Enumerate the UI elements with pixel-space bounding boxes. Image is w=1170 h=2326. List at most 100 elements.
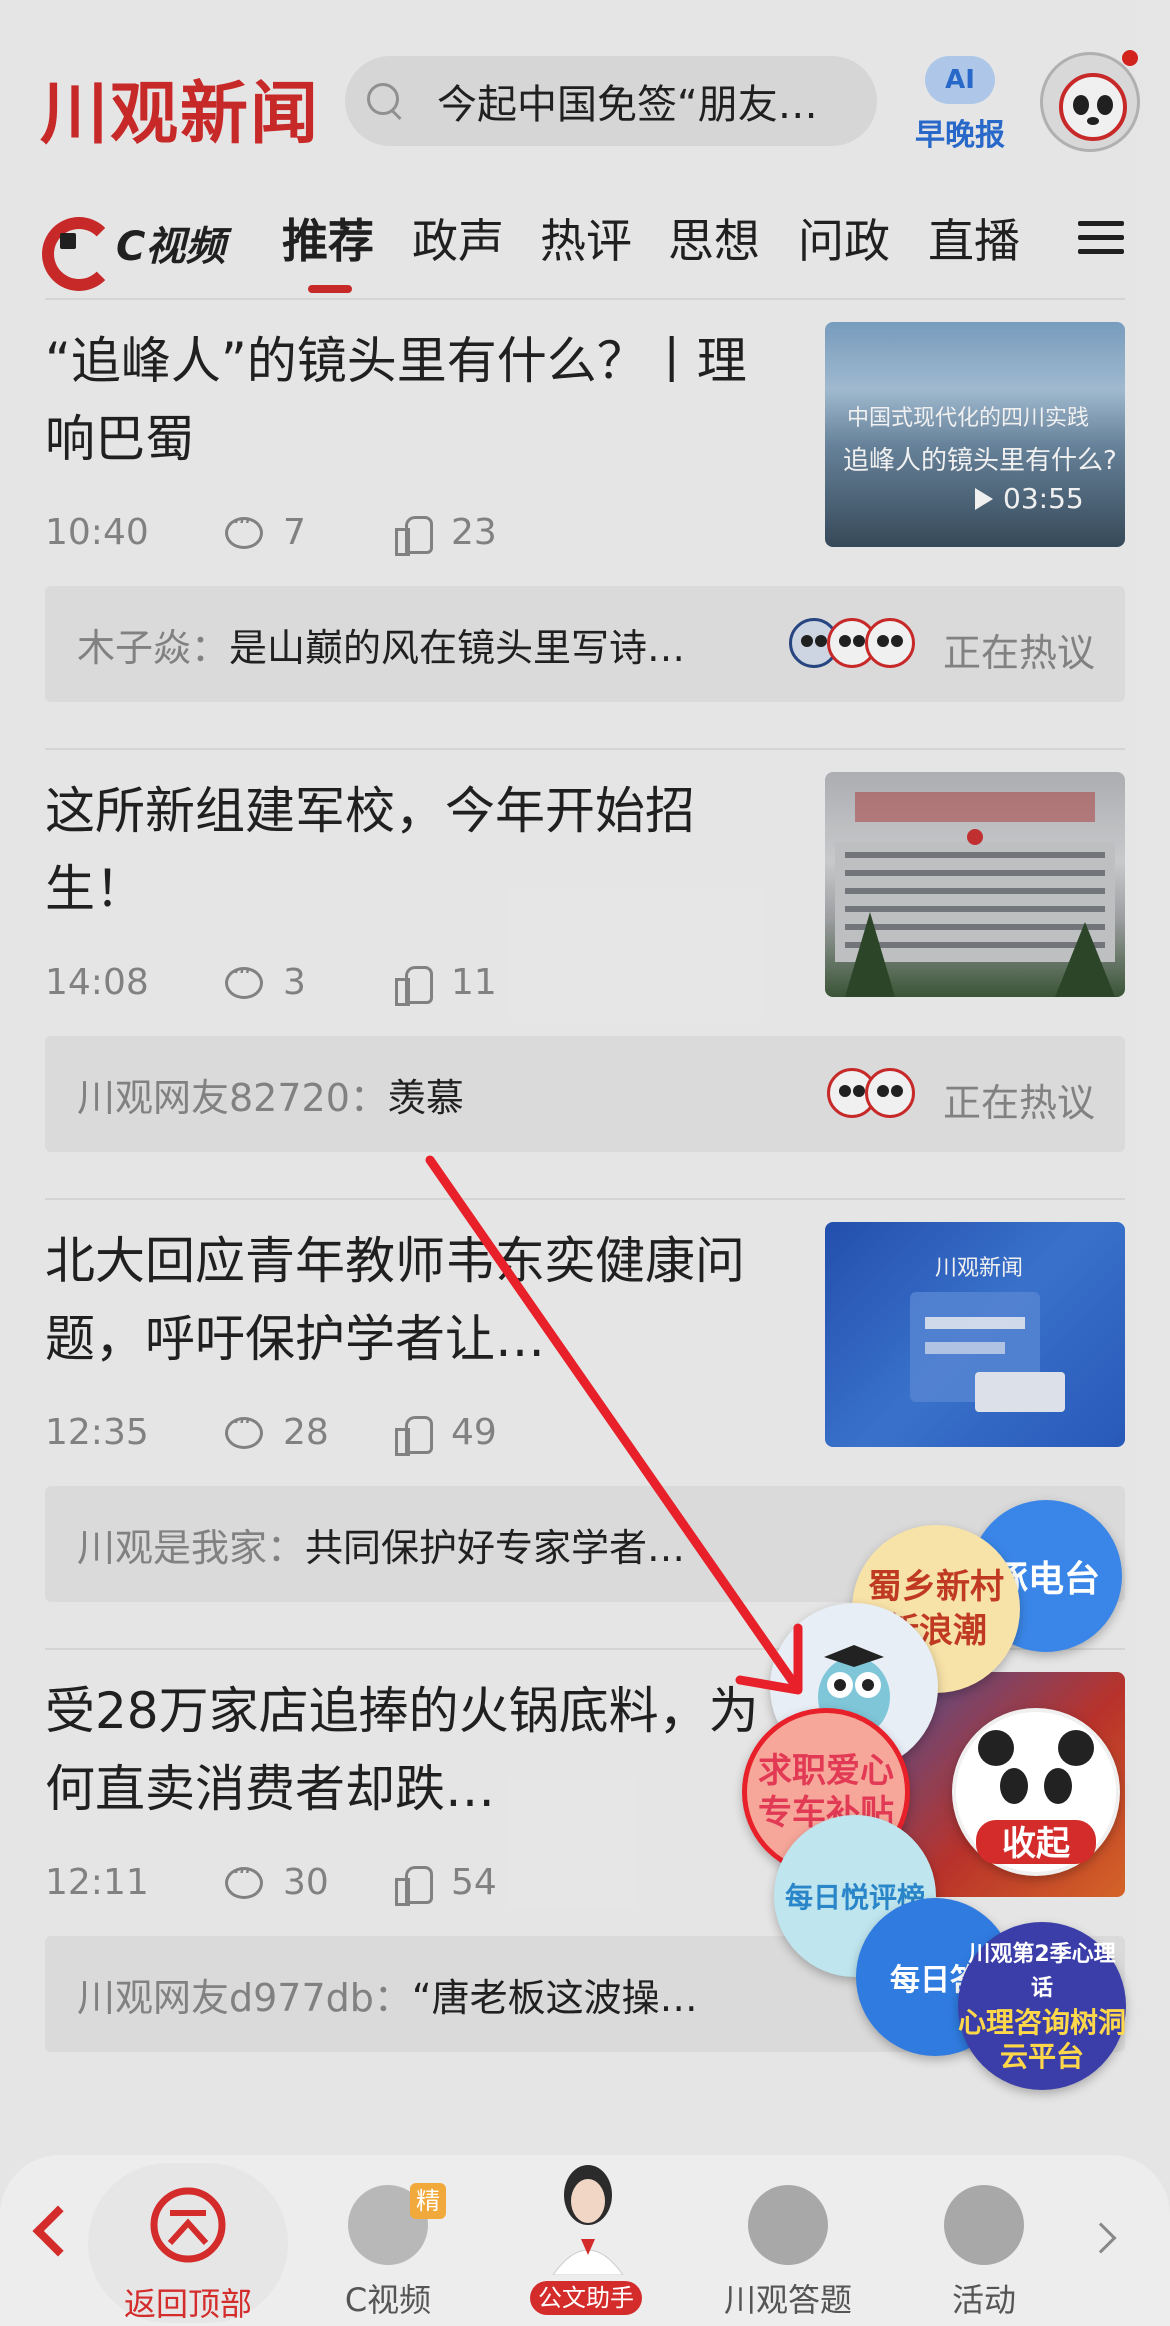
thumbs-up-icon: [395, 965, 433, 1006]
back-to-top-icon: [150, 2187, 226, 2263]
commenter-avatars: [789, 618, 915, 668]
video-duration: 03:55: [975, 482, 1084, 515]
comment-user: 川观是我家：: [77, 1525, 306, 1570]
activity-nav-label: 活动: [951, 2281, 1016, 2319]
comment-icon: [225, 1408, 263, 1449]
comment-count[interactable]: 7: [225, 508, 395, 553]
search-hot-word: 今起中国免签“朋友…: [437, 82, 818, 128]
avatar: [865, 618, 915, 668]
ai-badge: AI: [925, 56, 995, 104]
collapse-bubble[interactable]: 收起: [952, 1708, 1120, 1876]
thumbs-up-icon: [395, 515, 433, 556]
comment-count[interactable]: 3: [225, 958, 395, 1003]
divider: [45, 1198, 1125, 1200]
collapse-label: 收起: [1002, 1823, 1070, 1864]
play-icon: [975, 487, 993, 510]
search-icon: [365, 81, 405, 121]
quiz-nav-label: 川观答题: [723, 2281, 852, 2319]
comment-icon: [225, 508, 263, 549]
like-count[interactable]: 23: [395, 512, 497, 556]
back-to-top-button[interactable]: 返回顶部: [108, 2185, 268, 2325]
cvideo-logo-icon: [42, 213, 116, 291]
comment-user: 川观网友82720：: [77, 1075, 388, 1120]
gift-icon: [944, 2185, 1024, 2265]
activity-nav-button[interactable]: 活动: [904, 2185, 1064, 2321]
military-school-building-image: [835, 792, 1115, 997]
document-assistant-label: 公文助手: [530, 2281, 642, 2315]
divider: [45, 298, 1125, 300]
hot-discussion-label: 正在热议: [942, 1081, 1095, 1125]
article-time: 14:08: [45, 962, 149, 1003]
tab-cvideo-label: C视频: [116, 224, 226, 270]
search-bar[interactable]: 今起中国免签“朋友…: [345, 56, 877, 146]
assistant-avatar-icon: [552, 2165, 624, 2276]
article-meta: 12:11 30 54: [45, 1858, 497, 1906]
hot-comment[interactable]: 木子焱： 是山巅的风在镜头里写诗… 正在热议: [45, 586, 1125, 702]
notification-dot: [1122, 50, 1138, 66]
like-count[interactable]: 11: [395, 962, 497, 1006]
quiz-nav-button[interactable]: 川观答题: [708, 2185, 868, 2321]
tab-live[interactable]: 直播: [928, 205, 1020, 271]
psych-bubble[interactable]: 川观第2季心理话 心理咨询树洞云平台: [958, 1922, 1126, 2090]
chevron-left-icon[interactable]: [32, 2205, 84, 2257]
back-to-top-label: 返回顶部: [123, 2285, 252, 2323]
featured-badge: 精: [410, 2183, 446, 2219]
cvideo-nav-label: C视频: [344, 2281, 432, 2319]
comment-icon: [225, 958, 263, 999]
article-title[interactable]: 受28万家店追捧的火锅底料，为何直卖消费者却跌…: [45, 1672, 765, 1828]
app-logo: 川观新闻: [40, 74, 321, 154]
article-thumbnail[interactable]: 中国式现代化的四川实践 追峰人的镜头里有什么? 03:55: [825, 322, 1125, 547]
channel-menu-icon[interactable]: [1078, 217, 1124, 257]
like-count[interactable]: 54: [395, 1862, 497, 1906]
like-count[interactable]: 49: [395, 1412, 497, 1456]
app-screenshot-illustration: [910, 1292, 1065, 1412]
article-meta: 10:40 7 23: [45, 508, 497, 556]
channel-tabs: C视频 推荐 政声 热评 思想 问政 直播: [0, 195, 1170, 295]
book-icon: [748, 2185, 828, 2265]
comment-count[interactable]: 30: [225, 1858, 395, 1903]
psych-label: 心理咨询树洞云平台: [958, 2006, 1127, 2073]
hot-discussion-label: 正在热议: [942, 631, 1095, 675]
article-meta: 14:08 3 11: [45, 958, 497, 1006]
tab-politics[interactable]: 政声: [412, 205, 504, 271]
psych-top-label: 川观第2季心理话: [968, 1942, 1116, 2001]
ai-briefing-button[interactable]: AI 早晚报: [910, 56, 1010, 156]
tab-recommend[interactable]: 推荐: [282, 205, 374, 271]
document-assistant-button[interactable]: [508, 2155, 668, 2279]
thumbs-up-icon: [395, 1415, 433, 1456]
comment-user: 川观网友d977db：: [77, 1975, 412, 2020]
hot-comment[interactable]: 川观网友82720： 羡慕 正在热议: [45, 1036, 1125, 1152]
bottom-toolbar: 返回顶部 C视频 精 公文助手 川观答题 活动: [0, 2155, 1170, 2326]
user-avatar[interactable]: [1040, 52, 1140, 152]
top-header: 川观新闻 今起中国免签“朋友… AI 早晚报: [0, 0, 1170, 180]
article-thumbnail[interactable]: 川观新闻: [825, 1222, 1125, 1447]
commenter-avatars: [827, 1068, 915, 1118]
thumbnail-caption: 中国式现代化的四川实践: [847, 406, 1090, 431]
chevron-right-icon[interactable]: [1085, 2222, 1117, 2254]
news-feed-page: 川观新闻 今起中国免签“朋友… AI 早晚报 C视频 推荐 政声 热评 思想 问…: [0, 0, 1170, 2326]
article-thumbnail[interactable]: [825, 772, 1125, 997]
comment-text: 共同保护好专家学者…: [305, 1525, 686, 1570]
thumbs-up-icon: [395, 1865, 433, 1906]
tab-thought[interactable]: 思想: [668, 205, 760, 271]
article-title[interactable]: “追峰人”的镜头里有什么？丨理响巴蜀: [45, 322, 765, 478]
comment-text: 是山巅的风在镜头里写诗…: [229, 625, 686, 670]
active-tab-indicator: [308, 285, 352, 293]
article-meta: 12:35 28 49: [45, 1408, 497, 1456]
panda-avatar-icon: [1059, 73, 1127, 141]
article-time: 12:35: [45, 1412, 149, 1453]
tab-inquiry[interactable]: 问政: [798, 205, 890, 271]
comment-user: 木子焱：: [77, 625, 230, 670]
thumbnail-caption-2: 追峰人的镜头里有什么?: [843, 446, 1117, 476]
article-time: 10:40: [45, 512, 149, 553]
article-time: 12:11: [45, 1862, 149, 1903]
avatar: [865, 1068, 915, 1118]
tab-commentary[interactable]: 热评: [540, 205, 632, 271]
divider: [45, 748, 1125, 750]
ai-briefing-label: 早晚报: [915, 118, 1005, 153]
article-title[interactable]: 北大回应青年教师韦东奕健康问题，呼吁保护学者让…: [45, 1222, 765, 1378]
tab-cvideo[interactable]: C视频: [42, 213, 226, 291]
comment-text: “唐老板这波操…: [411, 1975, 698, 2020]
comment-count[interactable]: 28: [225, 1408, 395, 1453]
article-title[interactable]: 这所新组建军校，今年开始招生！: [45, 772, 765, 928]
